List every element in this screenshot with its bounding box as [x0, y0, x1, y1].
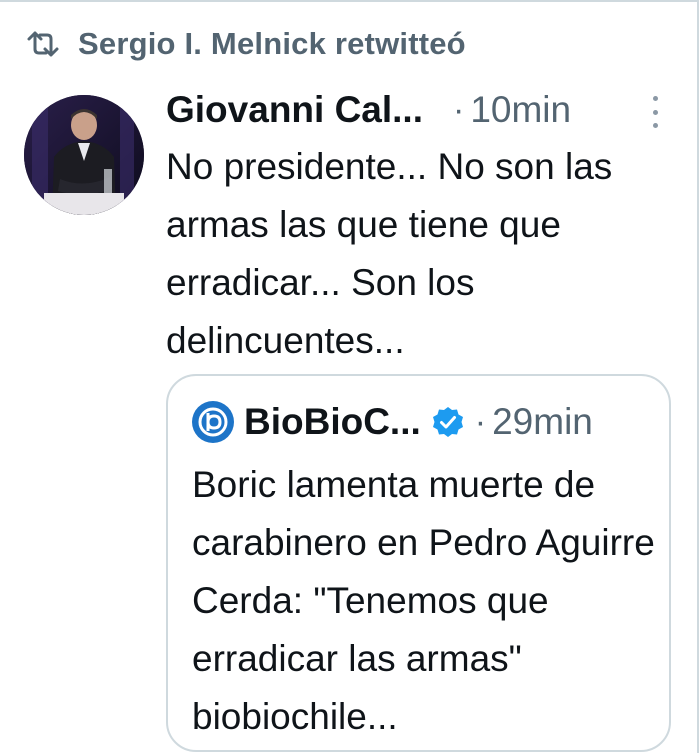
- top-border: [0, 0, 699, 2]
- header-separator: ·: [453, 90, 465, 129]
- quoted-tweet-card[interactable]: BioBioC... · 29min Boric lamenta muerte …: [166, 374, 671, 752]
- quoted-author-name[interactable]: BioBioC...: [244, 401, 421, 443]
- verified-badge-icon: [431, 405, 465, 439]
- tweet-timestamp[interactable]: 10min: [470, 89, 571, 131]
- more-dot: [652, 96, 658, 101]
- quoted-tweet-text: Boric lamenta muerte de carabinero en Pe…: [192, 464, 655, 737]
- more-dot: [652, 109, 658, 115]
- quoted-header-separator: ·: [474, 402, 487, 441]
- tweet-header: Giovanni Cal... · 10min: [166, 84, 571, 136]
- more-vertical-icon[interactable]: [640, 92, 670, 132]
- author-name[interactable]: Giovanni Cal...: [166, 89, 423, 131]
- author-avatar[interactable]: [24, 95, 144, 215]
- biobio-logo-icon[interactable]: [192, 401, 234, 443]
- retweet-icon: [26, 29, 60, 59]
- retweet-context[interactable]: Sergio I. Melnick retwitteó: [26, 22, 466, 66]
- quoted-tweet-timestamp[interactable]: 29min: [492, 401, 593, 443]
- tweet-text: No presidente... No son las armas las qu…: [166, 146, 613, 361]
- retweeted-by-label: Sergio I. Melnick retwitteó: [78, 26, 466, 61]
- more-dot: [652, 123, 658, 128]
- quoted-tweet-header: BioBioC... · 29min: [192, 396, 593, 448]
